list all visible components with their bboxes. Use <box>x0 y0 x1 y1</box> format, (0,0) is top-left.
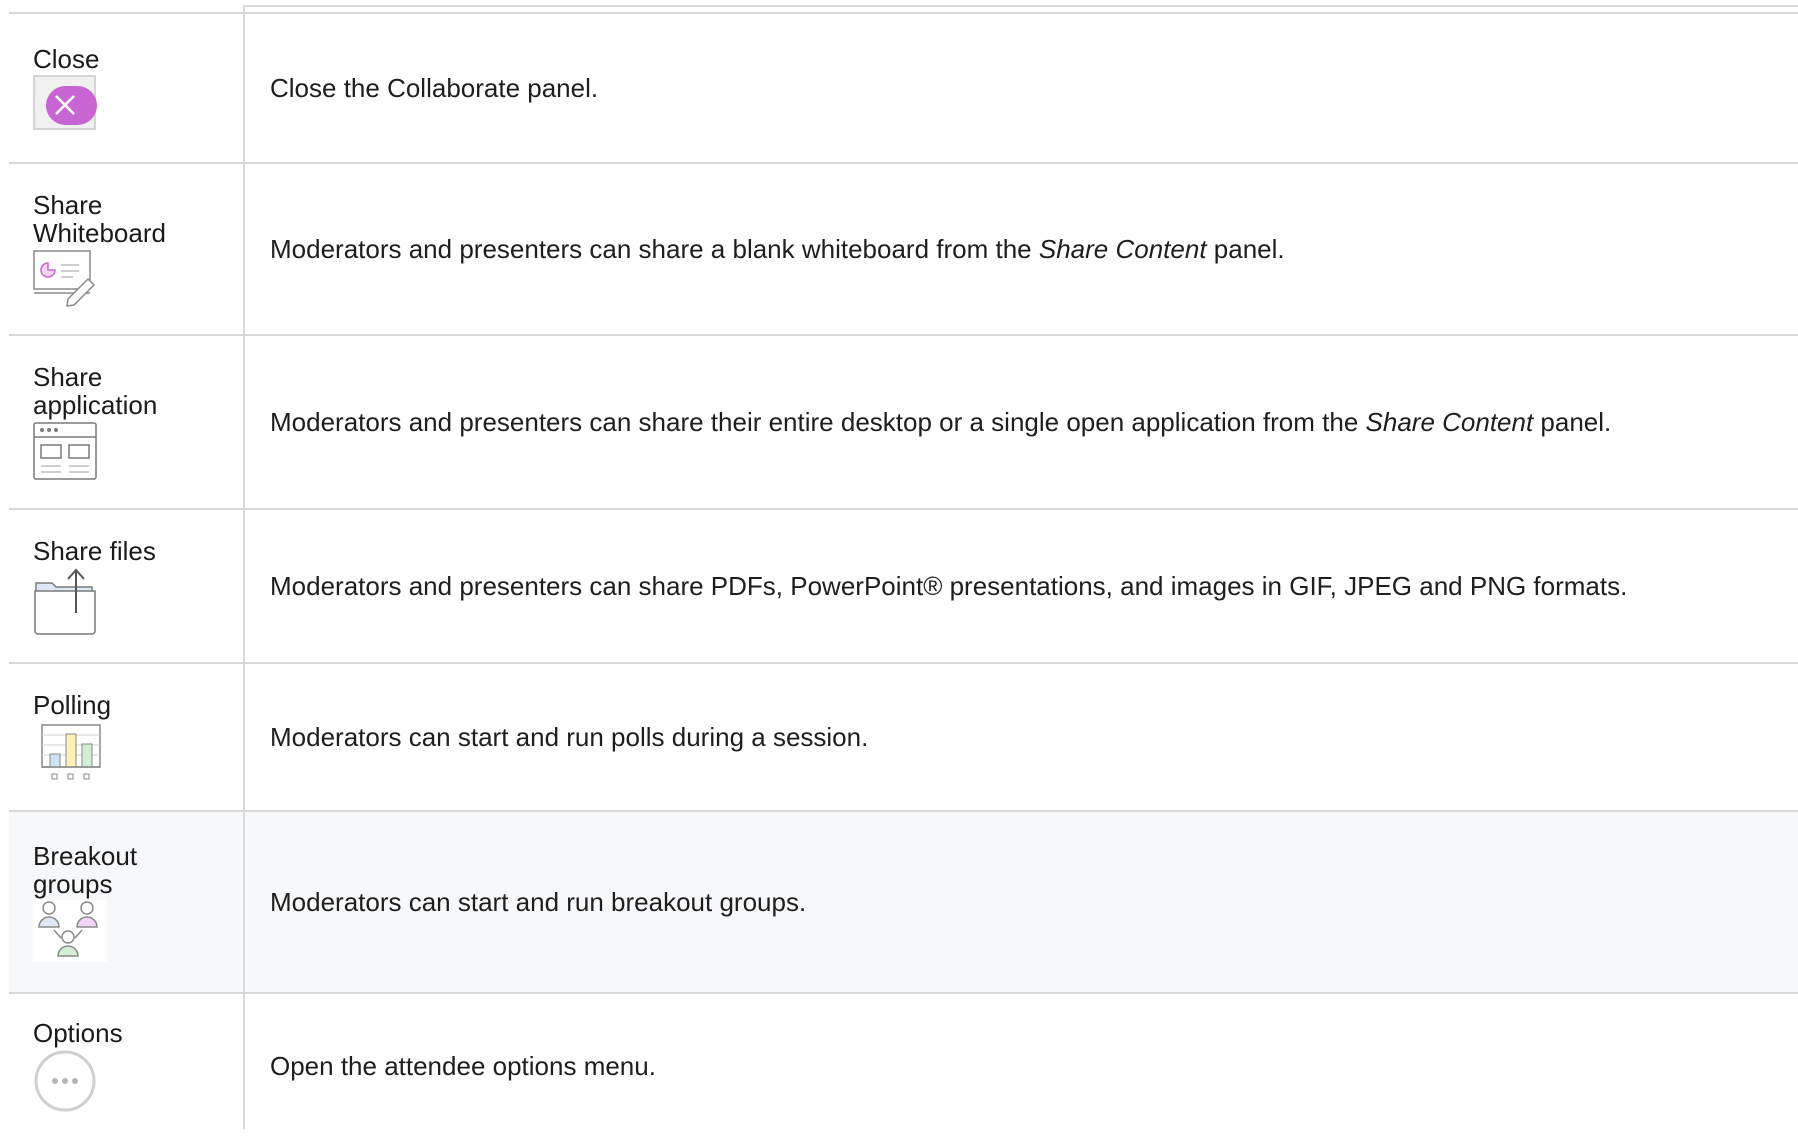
tool-label: Breakout groups <box>33 841 138 899</box>
tool-cell: Share application <box>9 334 244 509</box>
table-row: Polling Moderators can start and run pol… <box>9 662 1798 811</box>
tools-table: Close Close the Collaborate panel. Share… <box>9 12 1798 1137</box>
tool-cell: Options <box>9 992 244 1137</box>
description-text: Moderators can start and run breakout gr… <box>270 887 807 917</box>
description-cell: Moderators and presenters can share a bl… <box>244 162 1798 335</box>
column-divider <box>243 5 245 1129</box>
description-text: Close the Collaborate panel. <box>270 73 599 103</box>
tool-cell: Close <box>9 12 244 163</box>
tool-cell: Share files <box>9 508 244 663</box>
table-row-highlighted: Breakout groups Moderators can start and… <box>9 810 1798 993</box>
description-text: Moderators and presenters can share a bl… <box>270 234 1039 264</box>
application-window-icon <box>33 422 97 480</box>
table-row: Options Open the attendee options menu. <box>9 992 1798 1137</box>
description-text-end: panel. <box>1533 407 1612 437</box>
whiteboard-icon <box>33 250 96 307</box>
folder-upload-icon <box>34 568 96 635</box>
description-emphasis: Share Content <box>1365 407 1534 437</box>
description-text: Moderators can start and run polls durin… <box>270 722 869 752</box>
description-cell: Close the Collaborate panel. <box>244 12 1798 163</box>
description-cell: Moderators can start and run polls durin… <box>244 662 1798 811</box>
description-cell: Moderators and presenters can share PDFs… <box>244 508 1798 663</box>
description-text: Moderators and presenters can share thei… <box>270 407 1366 437</box>
description-text: Open the attendee options menu. <box>270 1050 656 1081</box>
tool-cell: Polling <box>9 662 244 811</box>
tool-label: Options <box>33 1017 123 1048</box>
close-icon <box>33 75 97 130</box>
table-row: Close Close the Collaborate panel. <box>9 12 1798 163</box>
description-text-end: panel. <box>1206 234 1285 264</box>
tool-label: Share application <box>33 362 158 420</box>
options-ellipsis-icon <box>34 1050 96 1111</box>
table-row: Share files Moderators and presenters ca… <box>9 508 1798 663</box>
table-row: Share application Moderators and present… <box>9 334 1798 509</box>
tool-cell: Breakout groups <box>9 810 244 993</box>
poll-chart-icon <box>41 724 101 780</box>
description-cell: Moderators and presenters can share thei… <box>244 334 1798 509</box>
description-emphasis: Share Content <box>1038 234 1207 264</box>
tool-label: Share Whiteboard <box>33 190 166 248</box>
tool-label: Polling <box>33 690 112 720</box>
description-text: Moderators and presenters can share PDFs… <box>270 571 1628 601</box>
tool-label: Share files <box>33 536 156 566</box>
description-cell: Moderators can start and run breakout gr… <box>244 810 1798 993</box>
tool-cell: Share Whiteboard <box>9 162 244 335</box>
table-top-border <box>245 5 1798 7</box>
table-row: Share Whiteboard Moderators and presente… <box>9 162 1798 335</box>
description-cell: Open the attendee options menu. <box>244 992 1798 1137</box>
breakout-groups-icon <box>33 900 107 962</box>
tool-label: Close <box>33 44 100 74</box>
